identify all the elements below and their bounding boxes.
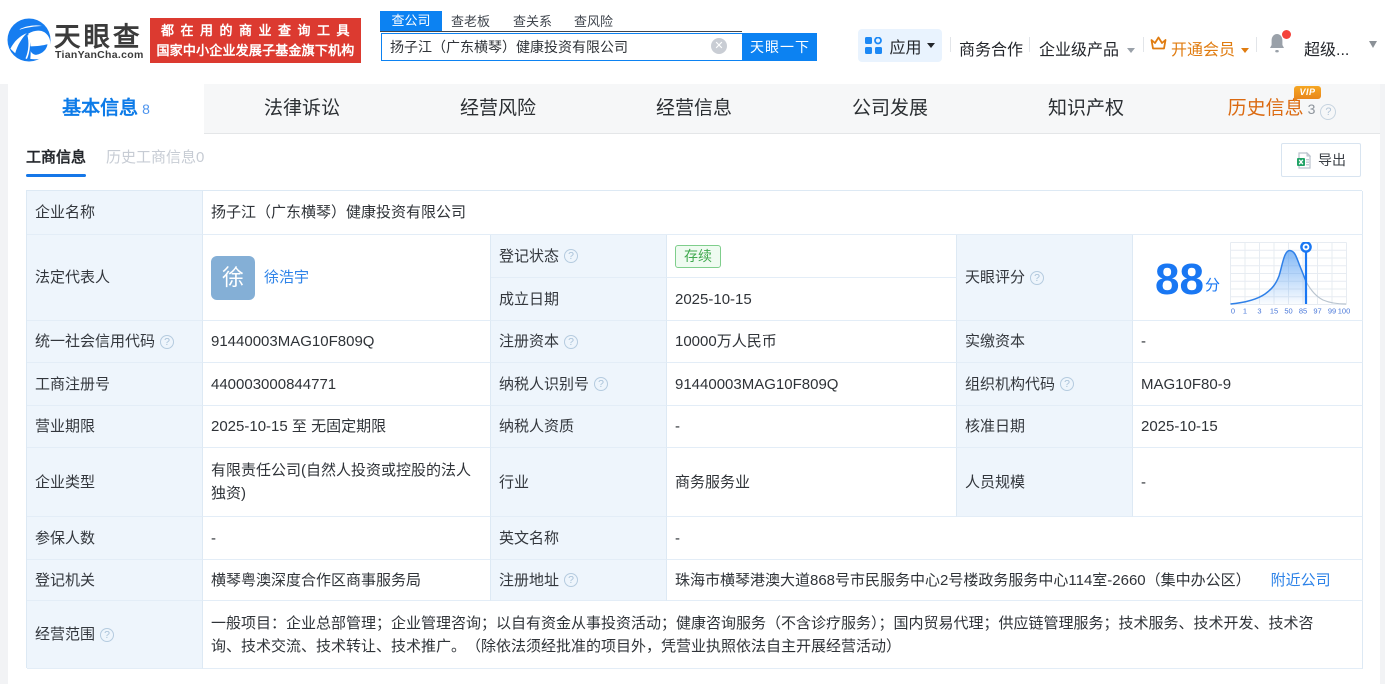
svg-text:50: 50	[1284, 307, 1292, 316]
svg-text:99: 99	[1328, 307, 1336, 316]
svg-text:85: 85	[1299, 307, 1307, 316]
svg-text:15: 15	[1270, 307, 1278, 316]
svg-text:0: 0	[1231, 307, 1235, 316]
svg-text:97: 97	[1313, 307, 1321, 316]
svg-text:100: 100	[1338, 307, 1351, 316]
svg-text:3: 3	[1257, 307, 1261, 316]
svg-text:1: 1	[1243, 307, 1247, 316]
